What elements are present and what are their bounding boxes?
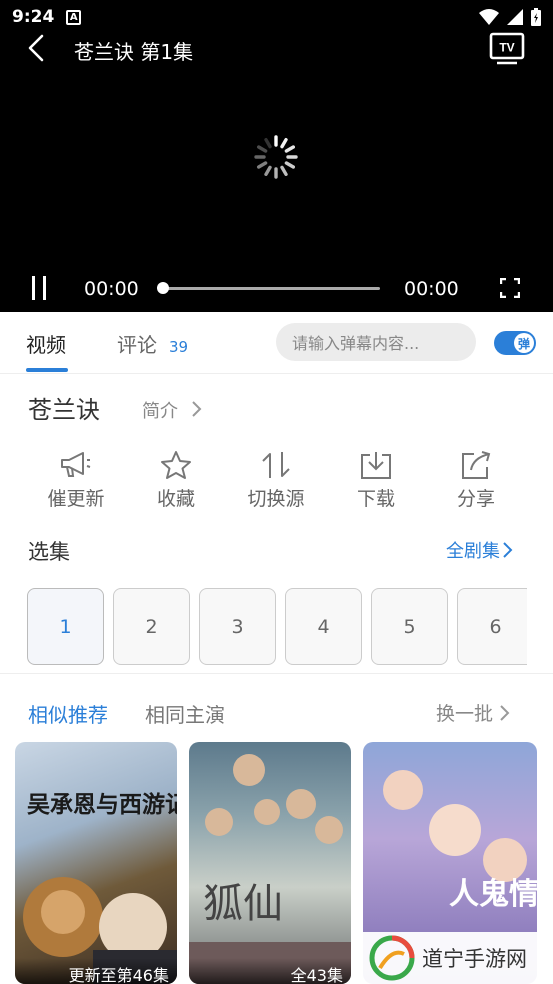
fullscreen-icon[interactable] xyxy=(500,278,520,298)
watermark-text: 道宁手游网 xyxy=(422,947,527,971)
all-episodes-label: 全剧集 xyxy=(446,541,500,562)
download-icon xyxy=(361,452,391,479)
action-bar: 催更新 收藏 切换源 下载 分享 xyxy=(0,450,553,520)
section-divider xyxy=(0,673,553,681)
refresh-label: 换一批 xyxy=(436,703,494,725)
chevron-right-icon xyxy=(503,542,513,558)
danmu-toggle[interactable]: 弹 xyxy=(494,331,536,355)
poster-title-art: 人鬼情 xyxy=(449,877,537,912)
poster-card[interactable]: 吴承恩与西游记 更新至第46集 xyxy=(15,742,177,984)
pause-icon[interactable] xyxy=(30,276,48,300)
status-bar: 9:24 A xyxy=(0,0,553,34)
status-time: 9:24 xyxy=(12,7,55,27)
action-label: 分享 xyxy=(456,488,495,510)
duration: 00:00 xyxy=(404,278,459,300)
loading-spinner-icon xyxy=(254,135,298,179)
action-label: 催更新 xyxy=(47,488,105,510)
switch-icon xyxy=(262,452,290,478)
poster-caption: 全43集 xyxy=(189,958,351,984)
player-title: 苍兰诀 第1集 xyxy=(74,40,194,64)
show-title: 苍兰诀 xyxy=(28,396,100,424)
intro-link[interactable]: 简介 xyxy=(142,397,178,423)
poster-caption: 更新至第46集 xyxy=(15,958,177,984)
poster-title-art: 狐仙 xyxy=(203,881,283,927)
episode-button[interactable]: 2 xyxy=(113,588,190,665)
notification-a-icon: A xyxy=(66,9,82,25)
episode-list: 1 2 3 4 5 6 xyxy=(27,588,527,666)
tab-active-indicator xyxy=(26,368,68,372)
progress-track[interactable] xyxy=(162,287,380,290)
battery-icon xyxy=(531,8,541,26)
watermark: 道宁手游网 xyxy=(362,932,553,984)
tab-same-cast[interactable]: 相同主演 xyxy=(145,699,225,728)
danmu-toggle-knob: 弹 xyxy=(514,333,534,353)
current-time: 00:00 xyxy=(84,278,139,300)
chevron-right-icon xyxy=(192,401,202,417)
episode-button[interactable]: 5 xyxy=(371,588,448,665)
video-player[interactable]: 9:24 A 苍兰诀 第1集 TV 00:00 00:00 xyxy=(0,0,553,312)
tv-cast-button[interactable]: TV xyxy=(489,32,525,70)
danmu-input[interactable]: 请输入弹幕内容... xyxy=(276,323,476,361)
action-label: 切换源 xyxy=(247,488,305,510)
favorite-button[interactable]: 收藏 xyxy=(126,450,226,511)
progress-knob[interactable] xyxy=(157,282,169,294)
all-episodes-link[interactable]: 全剧集 xyxy=(446,537,514,563)
signal-icon xyxy=(507,9,523,25)
wifi-icon xyxy=(479,9,499,25)
episodes-heading: 选集 xyxy=(28,540,70,564)
download-button[interactable]: 下载 xyxy=(326,450,426,511)
action-label: 收藏 xyxy=(156,488,195,510)
tab-comment[interactable]: 评论 xyxy=(117,329,157,358)
poster-card[interactable]: 狐仙 全43集 xyxy=(189,742,351,984)
share-button[interactable]: 分享 xyxy=(426,450,526,511)
tv-label: TV xyxy=(499,41,514,55)
poster-art: 狐仙 xyxy=(189,754,351,984)
tab-similar[interactable]: 相似推荐 xyxy=(28,699,108,728)
player-controls: 00:00 00:00 xyxy=(0,268,553,308)
refresh-button[interactable]: 换一批 xyxy=(436,699,511,726)
switch-source-button[interactable]: 切换源 xyxy=(226,450,326,511)
status-icons xyxy=(479,8,541,26)
star-icon xyxy=(161,451,191,479)
megaphone-icon xyxy=(61,452,91,477)
urge-update-button[interactable]: 催更新 xyxy=(26,450,126,511)
comment-count: 39 xyxy=(169,338,189,356)
share-icon xyxy=(462,451,491,479)
watermark-logo-icon xyxy=(369,935,415,981)
episode-button[interactable]: 6 xyxy=(457,588,527,665)
poster-art: 吴承恩与西游记 xyxy=(23,791,177,984)
action-label: 下载 xyxy=(356,488,395,510)
content-tabs: 视频 评论 39 请输入弹幕内容... 弹 xyxy=(0,312,553,374)
tab-video[interactable]: 视频 xyxy=(26,329,66,358)
back-arrow-icon[interactable] xyxy=(22,33,52,63)
chevron-right-icon xyxy=(500,705,510,721)
poster-title-art: 吴承恩与西游记 xyxy=(27,791,177,818)
episode-button[interactable]: 3 xyxy=(199,588,276,665)
tv-icon: TV xyxy=(489,32,525,65)
episode-button[interactable]: 1 xyxy=(27,588,104,665)
episode-button[interactable]: 4 xyxy=(285,588,362,665)
